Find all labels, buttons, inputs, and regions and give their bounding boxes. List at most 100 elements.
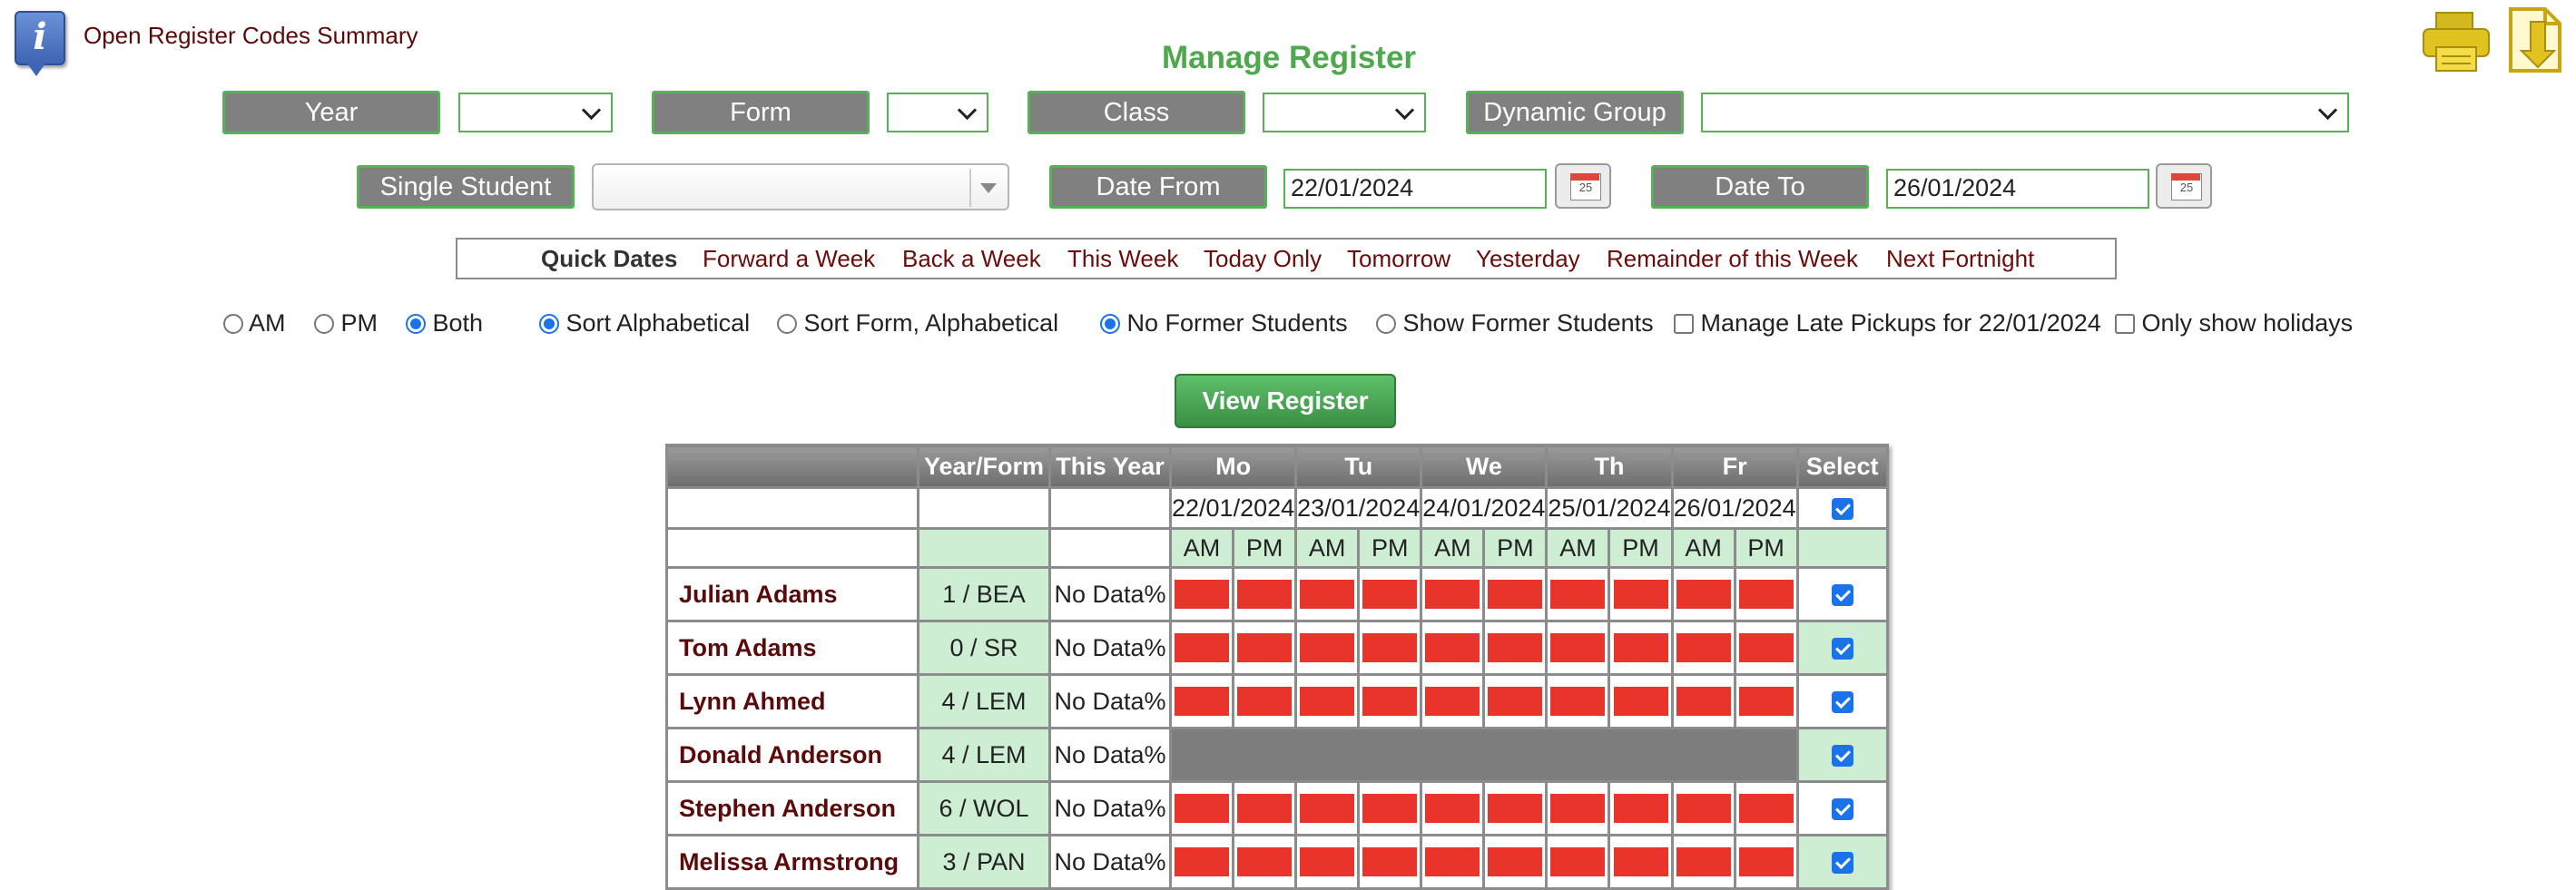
dynamic-group-select[interactable] [1701, 93, 2349, 132]
date-to-calendar-button[interactable]: 25 [2156, 163, 2212, 209]
attendance-cell[interactable] [1294, 673, 1361, 729]
select-all-cell[interactable] [1795, 486, 1889, 530]
attendance-cell[interactable] [1608, 780, 1674, 836]
am-radio[interactable] [223, 314, 243, 334]
absent-mark[interactable] [1362, 580, 1418, 609]
absent-mark[interactable] [1425, 794, 1480, 823]
quick-date-today-only[interactable]: Today Only [1204, 240, 1322, 278]
am-option[interactable]: AM [223, 305, 286, 341]
attendance-cell[interactable] [1357, 673, 1423, 729]
quick-date-forward-week[interactable]: Forward a Week [703, 240, 875, 278]
quick-date-yesterday[interactable]: Yesterday [1476, 240, 1580, 278]
quick-date-this-week[interactable]: This Week [1067, 240, 1178, 278]
select-all-checkbox[interactable] [1831, 498, 1853, 521]
absent-mark[interactable] [1488, 580, 1543, 609]
year-select[interactable] [458, 93, 613, 132]
absent-mark[interactable] [1425, 687, 1480, 716]
attendance-cell[interactable] [1482, 780, 1549, 836]
attendance-cell[interactable] [1420, 834, 1486, 890]
attendance-cell[interactable] [1420, 620, 1486, 676]
select-cell[interactable] [1795, 780, 1889, 836]
absent-mark[interactable] [1237, 794, 1293, 823]
select-checkbox[interactable] [1831, 691, 1853, 714]
absent-mark[interactable] [1550, 847, 1606, 876]
attendance-cell[interactable] [1545, 780, 1611, 836]
attendance-cell[interactable] [1608, 566, 1674, 622]
absent-mark[interactable] [1613, 633, 1668, 662]
select-checkbox[interactable] [1831, 584, 1853, 607]
attendance-cell[interactable] [1232, 834, 1298, 890]
open-register-codes-link[interactable]: Open Register Codes Summary [84, 22, 418, 50]
only-holidays-checkbox[interactable] [2115, 314, 2135, 334]
attendance-cell[interactable] [1168, 673, 1235, 729]
quick-date-tomorrow[interactable]: Tomorrow [1347, 240, 1450, 278]
attendance-cell[interactable] [1168, 834, 1235, 890]
class-select[interactable] [1263, 93, 1426, 132]
attendance-cell[interactable] [1420, 780, 1486, 836]
attendance-cell[interactable] [1232, 620, 1298, 676]
attendance-cell[interactable] [1482, 620, 1549, 676]
absent-mark[interactable] [1300, 580, 1355, 609]
no-former-students-option[interactable]: No Former Students [1100, 305, 1348, 341]
sort-alphabetical-radio[interactable] [539, 314, 559, 334]
attendance-cell[interactable] [1357, 780, 1423, 836]
absent-mark[interactable] [1300, 633, 1355, 662]
only-holidays-option[interactable]: Only show holidays [2115, 305, 2353, 341]
sort-alphabetical-option[interactable]: Sort Alphabetical [539, 305, 750, 341]
attendance-cell[interactable] [1608, 834, 1674, 890]
print-icon[interactable] [2422, 9, 2492, 73]
late-pickups-checkbox[interactable] [1674, 314, 1694, 334]
attendance-cell[interactable] [1294, 620, 1361, 676]
attendance-cell[interactable] [1545, 620, 1611, 676]
absent-mark[interactable] [1550, 794, 1606, 823]
quick-date-remainder-week[interactable]: Remainder of this Week [1607, 240, 1858, 278]
student-name[interactable]: Stephen Anderson [665, 780, 919, 836]
absent-mark[interactable] [1175, 687, 1230, 716]
attendance-cell[interactable] [1482, 834, 1549, 890]
select-cell[interactable] [1795, 834, 1889, 890]
absent-mark[interactable] [1362, 687, 1418, 716]
attendance-cell[interactable] [1733, 673, 1799, 729]
attendance-cell[interactable] [1294, 834, 1361, 890]
attendance-cell[interactable] [1232, 566, 1298, 622]
attendance-cell[interactable] [1294, 566, 1361, 622]
absent-mark[interactable] [1237, 633, 1293, 662]
absent-mark[interactable] [1676, 794, 1731, 823]
absent-mark[interactable] [1613, 794, 1668, 823]
attendance-cell[interactable] [1733, 620, 1799, 676]
select-checkbox[interactable] [1831, 638, 1853, 660]
absent-mark[interactable] [1300, 687, 1355, 716]
absent-mark[interactable] [1425, 580, 1480, 609]
student-name[interactable]: Melissa Armstrong [665, 834, 919, 890]
select-checkbox[interactable] [1831, 798, 1853, 821]
absent-mark[interactable] [1613, 687, 1668, 716]
absent-mark[interactable] [1738, 633, 1794, 662]
attendance-cell[interactable] [1232, 780, 1298, 836]
absent-mark[interactable] [1488, 633, 1543, 662]
both-radio[interactable] [406, 314, 426, 334]
absent-mark[interactable] [1362, 847, 1418, 876]
absent-mark[interactable] [1488, 687, 1543, 716]
absent-mark[interactable] [1488, 794, 1543, 823]
attendance-cell[interactable] [1733, 780, 1799, 836]
absent-mark[interactable] [1425, 847, 1480, 876]
attendance-cell[interactable] [1168, 780, 1235, 836]
absent-mark[interactable] [1300, 794, 1355, 823]
attendance-cell[interactable] [1357, 566, 1423, 622]
both-option[interactable]: Both [406, 305, 483, 341]
absent-mark[interactable] [1175, 633, 1230, 662]
select-cell[interactable] [1795, 727, 1889, 783]
absent-mark[interactable] [1738, 687, 1794, 716]
attendance-cell[interactable] [1733, 834, 1799, 890]
absent-mark[interactable] [1425, 633, 1480, 662]
select-cell[interactable] [1795, 620, 1889, 676]
absent-mark[interactable] [1550, 633, 1606, 662]
absent-mark[interactable] [1676, 633, 1731, 662]
show-former-students-radio[interactable] [1376, 314, 1396, 334]
no-former-students-radio[interactable] [1100, 314, 1120, 334]
attendance-cell[interactable] [1545, 673, 1611, 729]
attendance-cell[interactable] [1482, 566, 1549, 622]
single-student-select[interactable] [592, 163, 1009, 210]
absent-mark[interactable] [1488, 847, 1543, 876]
quick-date-back-week[interactable]: Back a Week [902, 240, 1041, 278]
